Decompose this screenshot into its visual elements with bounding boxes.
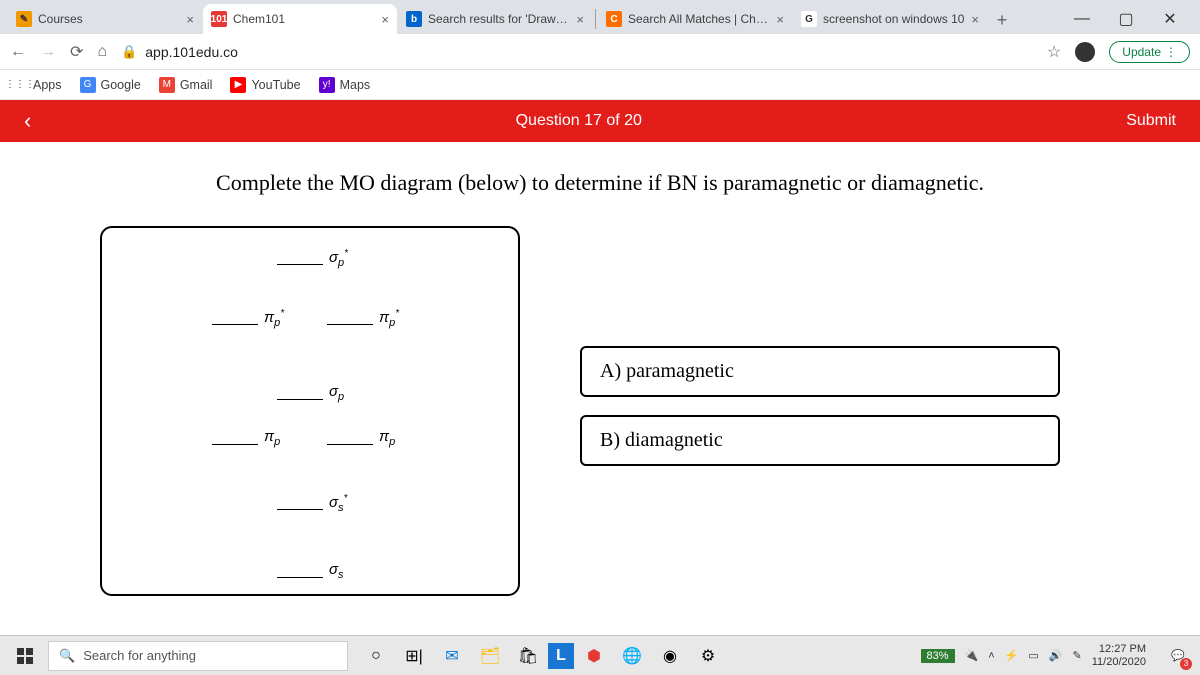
url-text: app.101edu.co	[145, 44, 238, 60]
question-counter: Question 17 of 20	[516, 112, 642, 130]
mo-level-slot[interactable]: πp*	[327, 308, 399, 329]
start-button[interactable]	[6, 637, 44, 675]
bookmark-item[interactable]: MGmail	[159, 77, 213, 93]
new-tab-button[interactable]: +	[988, 6, 1016, 34]
bookmark-icon: ▶	[230, 77, 246, 93]
mo-level-slot[interactable]: σs*	[277, 493, 347, 514]
bookmark-icon: ⋮⋮⋮	[12, 77, 28, 93]
close-tab-icon[interactable]: ×	[576, 12, 584, 27]
bookmark-item[interactable]: ▶YouTube	[230, 77, 300, 93]
close-tab-icon[interactable]: ×	[381, 12, 389, 27]
bookmark-item[interactable]: ⋮⋮⋮Apps	[12, 77, 62, 93]
forward-button[interactable]: →	[40, 43, 56, 61]
address-bar: ← → ⟳ ⌂ 🔒 app.101edu.co ☆ Update⋮	[0, 34, 1200, 70]
close-tab-icon[interactable]: ×	[186, 12, 194, 27]
bookmark-item[interactable]: y!Maps	[319, 77, 371, 93]
orbital-label: σs*	[329, 493, 347, 514]
favicon: 101	[211, 11, 227, 27]
tab-title: Search results for 'Draw the	[428, 12, 570, 26]
browser-tab[interactable]: b Search results for 'Draw the ×	[398, 4, 592, 34]
mail-icon[interactable]: ✉	[434, 638, 470, 674]
orbital-label: σp*	[329, 248, 348, 269]
mo-level-slot[interactable]: σp	[277, 383, 344, 403]
tray-volume-icon[interactable]: 🔊	[1049, 649, 1063, 662]
mo-level-slot[interactable]: πp	[212, 428, 280, 448]
browser-tabstrip: ✎ Courses × 101 Chem101 × b Search results for …	[0, 0, 1200, 34]
mo-level-slot[interactable]: σp*	[277, 248, 348, 269]
tray-pen-icon[interactable]: ✎	[1073, 649, 1082, 662]
reload-button[interactable]: ⟳	[70, 42, 83, 62]
office-icon[interactable]: ⬢	[576, 638, 612, 674]
answer-choices: A) paramagnetic B) diamagnetic	[580, 346, 1060, 466]
lock-icon: 🔒	[121, 44, 137, 60]
close-tab-icon[interactable]: ×	[971, 12, 979, 27]
url-bar[interactable]: 🔒 app.101edu.co	[121, 44, 1033, 60]
mo-level-slot[interactable]: πp*	[212, 308, 284, 329]
explorer-icon[interactable]: 🗂	[472, 638, 508, 674]
search-icon: 🔍	[59, 648, 75, 664]
edge-icon[interactable]: 🌐	[614, 638, 650, 674]
question-prompt: Complete the MO diagram (below) to deter…	[160, 168, 1040, 198]
tray-wifi-icon[interactable]: ⚡	[1005, 649, 1019, 662]
bookmarks-bar: ⋮⋮⋮Apps GGoogle MGmail ▶YouTube y!Maps	[0, 70, 1200, 100]
maximize-button[interactable]: ▢	[1104, 4, 1148, 34]
search-placeholder: Search for anything	[83, 648, 196, 663]
answer-choice[interactable]: A) paramagnetic	[580, 346, 1060, 397]
taskbar-search[interactable]: 🔍 Search for anything	[48, 641, 348, 671]
submit-button[interactable]: Submit	[1126, 112, 1176, 130]
browser-tab[interactable]: Gscreenshot on windows 10 ×	[793, 4, 987, 34]
orbital-label: σp	[329, 383, 344, 403]
orbital-label: πp	[379, 428, 395, 448]
profile-avatar[interactable]	[1075, 42, 1095, 62]
back-button[interactable]: ←	[10, 43, 26, 61]
window-controls: — ▢ ✕	[1060, 4, 1192, 34]
tab-title: Chem101	[233, 12, 375, 26]
tab-title: screenshot on windows 10	[823, 12, 965, 26]
app-l-icon[interactable]: L	[548, 643, 574, 669]
mo-level-slot[interactable]: πp	[327, 428, 395, 448]
question-header: ‹ Question 17 of 20 Submit	[0, 100, 1200, 142]
notifications-icon[interactable]: 💬3	[1162, 640, 1194, 672]
close-window-button[interactable]: ✕	[1148, 4, 1192, 34]
update-button[interactable]: Update⋮	[1109, 41, 1190, 63]
home-button[interactable]: ⌂	[97, 43, 107, 61]
task-view-icon[interactable]: ⊞|	[396, 638, 432, 674]
content-area: Complete the MO diagram (below) to deter…	[0, 142, 1200, 596]
orbital-label: πp	[264, 428, 280, 448]
favicon: ✎	[16, 11, 32, 27]
browser-tab[interactable]: 101 Chem101 ×	[203, 4, 397, 34]
browser-tab[interactable]: C Search All Matches | Chegg ×	[598, 4, 792, 34]
favicon: G	[801, 11, 817, 27]
cortana-icon[interactable]: ○	[358, 638, 394, 674]
orbital-label: πp*	[379, 308, 399, 329]
mo-diagram[interactable]: σp* πp* πp* σp πp πp σs* σs	[100, 226, 520, 596]
chrome-icon[interactable]: ◉	[652, 638, 688, 674]
tray-power-icon[interactable]: 🔌	[965, 649, 979, 662]
prev-question-button[interactable]: ‹	[24, 108, 31, 134]
bookmark-icon: y!	[319, 77, 335, 93]
answer-choice[interactable]: B) diamagnetic	[580, 415, 1060, 466]
mo-level-slot[interactable]: σs	[277, 561, 344, 581]
favicon: C	[606, 11, 622, 27]
close-tab-icon[interactable]: ×	[776, 12, 784, 27]
tab-title: Search All Matches | Chegg	[628, 12, 770, 26]
battery-indicator[interactable]: 83%	[921, 649, 955, 663]
store-icon[interactable]: 🛍	[510, 638, 546, 674]
bookmark-star-icon[interactable]: ☆	[1047, 42, 1061, 62]
tray-chevron-icon[interactable]: ˄	[988, 650, 994, 662]
bookmark-icon: G	[80, 77, 96, 93]
bookmark-item[interactable]: GGoogle	[80, 77, 141, 93]
clock[interactable]: 12:27 PM 11/20/2020	[1092, 643, 1152, 667]
tab-title: Courses	[38, 12, 180, 26]
settings-icon[interactable]: ⚙	[690, 638, 726, 674]
orbital-label: πp*	[264, 308, 284, 329]
orbital-label: σs	[329, 561, 344, 581]
minimize-button[interactable]: —	[1060, 4, 1104, 34]
browser-tab[interactable]: ✎ Courses ×	[8, 4, 202, 34]
windows-taskbar: 🔍 Search for anything ○ ⊞| ✉ 🗂 🛍 L ⬢ 🌐 ◉…	[0, 635, 1200, 675]
bookmark-icon: M	[159, 77, 175, 93]
tray-battery-icon[interactable]: ▭	[1028, 649, 1038, 662]
favicon: b	[406, 11, 422, 27]
